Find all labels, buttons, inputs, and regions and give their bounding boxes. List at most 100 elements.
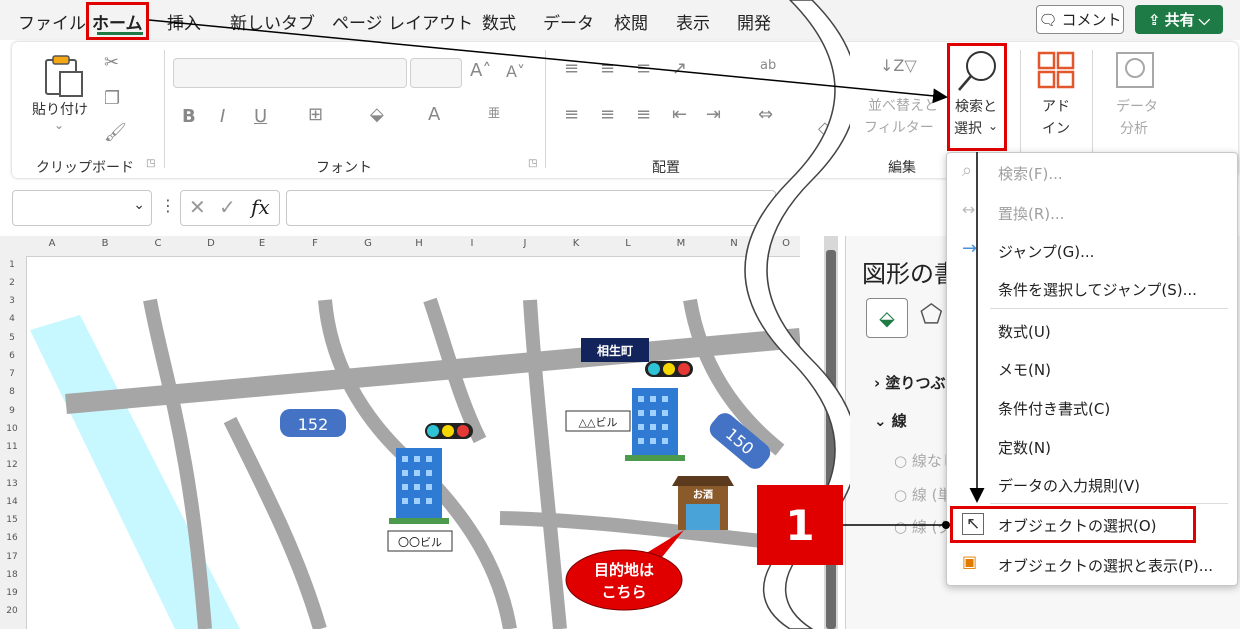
column-letter[interactable]: D xyxy=(201,238,221,249)
menu-item-conditional-format[interactable]: 条件付き書式(C) xyxy=(998,398,1110,419)
row-number[interactable]: 19 xyxy=(0,588,24,598)
tab-file[interactable]: ファイル xyxy=(18,9,86,34)
formula-input[interactable] xyxy=(286,190,776,226)
column-letter[interactable]: L xyxy=(618,238,638,249)
row-number[interactable]: 8 xyxy=(0,387,24,397)
column-letter[interactable]: B xyxy=(95,238,115,249)
row-number[interactable]: 17 xyxy=(0,552,24,562)
cut-icon[interactable]: ✂ xyxy=(104,52,119,73)
column-letter[interactable]: F xyxy=(305,238,325,249)
addin-icon[interactable] xyxy=(1036,50,1076,90)
addin-label-1[interactable]: アド xyxy=(1042,97,1070,117)
column-letter[interactable]: A xyxy=(42,238,62,249)
row-number[interactable]: 7 xyxy=(0,369,24,379)
menu-item-find[interactable]: 検索(F)... xyxy=(998,163,1063,184)
cancel-icon[interactable]: ✕ xyxy=(189,195,206,219)
column-letter[interactable]: C xyxy=(148,238,168,249)
effects-tab-icon[interactable]: ⬠ xyxy=(920,300,943,330)
paste-icon[interactable] xyxy=(40,52,86,98)
menu-item-notes[interactable]: メモ(N) xyxy=(998,359,1051,380)
copy-icon[interactable]: ❐ xyxy=(104,88,120,109)
bold-icon[interactable]: B xyxy=(182,106,196,127)
underline-icon[interactable]: U xyxy=(254,106,267,127)
column-letter[interactable]: M xyxy=(671,238,691,249)
chevron-down-icon[interactable]: ⌄ xyxy=(54,118,64,132)
menu-item-goto-special[interactable]: 条件を選択してジャンプ(S)... xyxy=(998,279,1197,300)
row-number[interactable]: 11 xyxy=(0,442,24,452)
line-section-toggle[interactable]: ⌄ 線 xyxy=(874,410,907,431)
tab-view[interactable]: 表示 xyxy=(676,9,710,34)
format-painter-icon[interactable]: 🖌 xyxy=(104,122,127,143)
row-number[interactable]: 15 xyxy=(0,515,24,525)
border-icon[interactable]: ⊞ xyxy=(308,104,323,125)
function-icon[interactable]: fx xyxy=(251,195,270,219)
tab-review[interactable]: 校閲 xyxy=(614,9,648,34)
data-analysis-icon[interactable] xyxy=(1114,50,1156,90)
phonetic-icon[interactable]: 亜 xyxy=(488,104,500,121)
tab-new[interactable]: 新しいタブ xyxy=(230,9,315,34)
data-analysis-label-2[interactable]: 分析 xyxy=(1120,119,1148,139)
tab-formulas[interactable]: 数式 xyxy=(482,9,516,34)
fill-line-tab[interactable]: ⬙ xyxy=(866,298,908,338)
increase-indent-icon[interactable]: ⇥ xyxy=(706,104,721,125)
fill-color-icon[interactable]: ⬙ xyxy=(370,104,384,125)
italic-icon[interactable]: I xyxy=(220,106,225,127)
row-number[interactable]: 6 xyxy=(0,351,24,361)
row-number[interactable]: 13 xyxy=(0,479,24,489)
column-letter[interactable]: G xyxy=(358,238,378,249)
menu-item-selection-pane[interactable]: オブジェクトの選択と表示(P)... xyxy=(998,555,1213,576)
enter-icon[interactable]: ✓ xyxy=(219,195,236,219)
increase-font-icon[interactable]: A˄ xyxy=(470,60,491,81)
sort-filter-label-2[interactable]: フィルター xyxy=(864,118,934,138)
font-name-select[interactable] xyxy=(173,58,407,88)
addin-label-2[interactable]: イン xyxy=(1042,119,1070,139)
font-size-select[interactable] xyxy=(410,58,462,88)
tab-data[interactable]: データ xyxy=(543,9,594,34)
chevron-down-icon[interactable]: ⌄ xyxy=(133,197,145,213)
tab-insert[interactable]: 挿入 xyxy=(167,9,201,34)
align-bottom-icon[interactable]: ≡ xyxy=(636,58,651,79)
font-color-icon[interactable]: A xyxy=(428,104,440,125)
share-button[interactable]: ⇪ 共有 ⌵ xyxy=(1135,5,1223,34)
row-number[interactable]: 5 xyxy=(0,333,24,343)
row-number[interactable]: 3 xyxy=(0,296,24,306)
dialog-launcher-icon[interactable]: ◳ xyxy=(146,158,155,169)
row-number[interactable]: 16 xyxy=(0,533,24,543)
column-letter[interactable]: E xyxy=(252,238,272,249)
orientation-icon[interactable]: ↗ xyxy=(672,58,687,79)
row-number[interactable]: 12 xyxy=(0,460,24,470)
name-box[interactable]: ⌄ xyxy=(12,190,152,226)
sort-filter-icon[interactable]: ↓Z▽ xyxy=(880,56,917,75)
row-number[interactable]: 10 xyxy=(0,424,24,434)
tab-page-layout[interactable]: ページ レイアウト xyxy=(332,9,473,34)
row-number[interactable]: 9 xyxy=(0,406,24,416)
row-number[interactable]: 20 xyxy=(0,606,24,616)
decrease-indent-icon[interactable]: ⇤ xyxy=(672,104,687,125)
menu-item-data-validation[interactable]: データの入力規則(V) xyxy=(998,475,1140,496)
align-middle-icon[interactable]: ≡ xyxy=(600,58,615,79)
paste-button-label[interactable]: 貼り付け xyxy=(32,100,88,120)
more-options-icon[interactable]: ⋮ xyxy=(160,196,176,215)
dialog-launcher-icon[interactable]: ◳ xyxy=(528,158,537,169)
column-letter[interactable]: I xyxy=(462,238,482,249)
row-number[interactable]: 1 xyxy=(0,260,24,270)
menu-item-formulas[interactable]: 数式(U) xyxy=(998,321,1051,342)
sort-filter-label-1[interactable]: 並べ替えと xyxy=(868,96,938,116)
row-number[interactable]: 2 xyxy=(0,278,24,288)
align-right-icon[interactable]: ≡ xyxy=(636,104,651,125)
column-letter[interactable]: H xyxy=(409,238,429,249)
align-center-icon[interactable]: ≡ xyxy=(600,104,615,125)
row-number[interactable]: 14 xyxy=(0,497,24,507)
menu-item-replace[interactable]: 置換(R)... xyxy=(998,203,1064,224)
menu-item-goto[interactable]: ジャンプ(G)... xyxy=(998,241,1094,262)
column-letter[interactable]: J xyxy=(515,238,535,249)
data-analysis-label-1[interactable]: データ xyxy=(1116,97,1158,117)
menu-item-constants[interactable]: 定数(N) xyxy=(998,437,1051,458)
align-top-icon[interactable]: ≡ xyxy=(564,58,579,79)
comment-button[interactable]: 🗨 コメント xyxy=(1036,5,1124,34)
row-number[interactable]: 4 xyxy=(0,314,24,324)
column-letter[interactable]: K xyxy=(566,238,586,249)
decrease-font-icon[interactable]: A˅ xyxy=(506,62,525,81)
align-left-icon[interactable]: ≡ xyxy=(564,104,579,125)
row-number[interactable]: 18 xyxy=(0,570,24,580)
